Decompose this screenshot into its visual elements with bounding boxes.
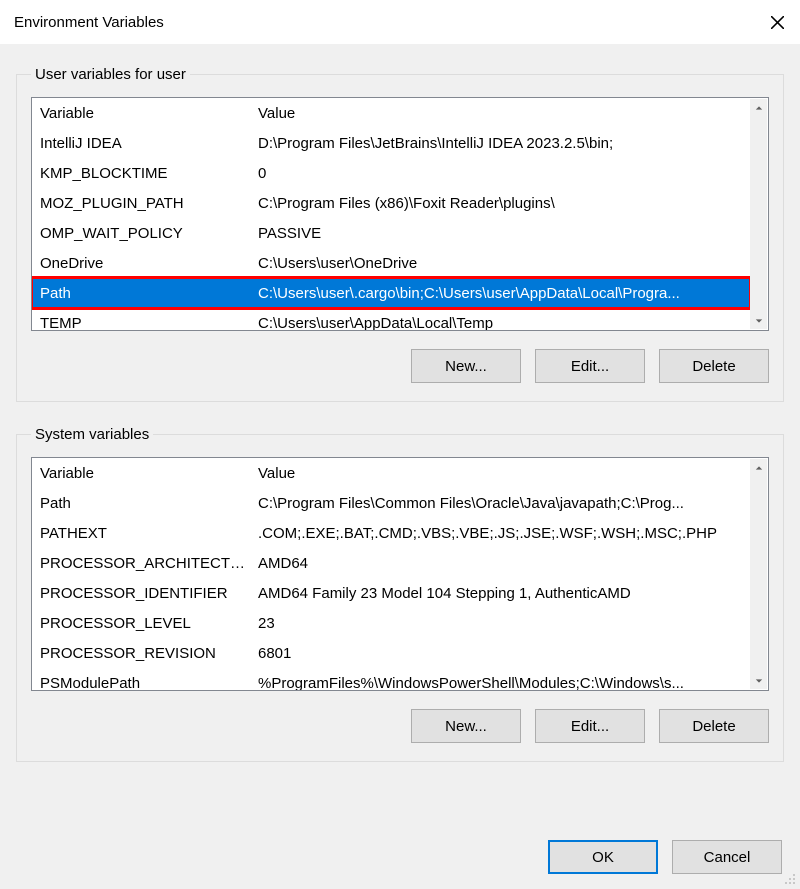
scroll-down-icon[interactable] — [750, 312, 767, 329]
cell-value: .COM;.EXE;.BAT;.CMD;.VBS;.VBE;.JS;.JSE;.… — [252, 525, 750, 542]
system-scrollbar[interactable] — [750, 459, 767, 689]
header-value[interactable]: Value — [252, 105, 750, 122]
system-list-header[interactable]: Variable Value — [32, 458, 750, 488]
cell-variable: Path — [32, 285, 252, 302]
table-row[interactable]: PathC:\Program Files\Common Files\Oracle… — [32, 488, 750, 518]
table-row[interactable]: PSModulePath%ProgramFiles%\WindowsPowerS… — [32, 668, 750, 690]
cell-value: %ProgramFiles%\WindowsPowerShell\Modules… — [252, 675, 750, 691]
cell-variable: TEMP — [32, 315, 252, 331]
cell-value: AMD64 Family 23 Model 104 Stepping 1, Au… — [252, 585, 750, 602]
cell-value: D:\Program Files\JetBrains\IntelliJ IDEA… — [252, 135, 750, 152]
user-variables-list[interactable]: Variable Value IntelliJ IDEAD:\Program F… — [31, 97, 769, 331]
user-scrollbar[interactable] — [750, 99, 767, 329]
cell-value: C:\Program Files\Common Files\Oracle\Jav… — [252, 495, 750, 512]
close-icon — [771, 16, 784, 29]
dialog-bottom-bar: OK Cancel — [0, 825, 800, 889]
scroll-up-icon[interactable] — [750, 99, 767, 116]
table-row[interactable]: OMP_WAIT_POLICYPASSIVE — [32, 218, 750, 248]
table-row[interactable]: PROCESSOR_LEVEL23 — [32, 608, 750, 638]
cell-variable: MOZ_PLUGIN_PATH — [32, 195, 252, 212]
cell-variable: KMP_BLOCKTIME — [32, 165, 252, 182]
table-row[interactable]: OneDriveC:\Users\user\OneDrive — [32, 248, 750, 278]
header-variable[interactable]: Variable — [32, 105, 252, 122]
cell-value: C:\Users\user\AppData\Local\Temp — [252, 315, 750, 331]
ok-button[interactable]: OK — [548, 840, 658, 874]
system-list-inner: Variable Value PathC:\Program Files\Comm… — [32, 458, 750, 690]
cell-value: PASSIVE — [252, 225, 750, 242]
table-row[interactable]: TEMPC:\Users\user\AppData\Local\Temp — [32, 308, 750, 330]
system-buttons-row: New... Edit... Delete — [31, 709, 769, 743]
dialog-content: User variables for user Variable Value I… — [0, 44, 800, 889]
table-row[interactable]: IntelliJ IDEAD:\Program Files\JetBrains\… — [32, 128, 750, 158]
cell-value: C:\Users\user\.cargo\bin;C:\Users\user\A… — [252, 285, 750, 302]
resize-grip-icon[interactable] — [782, 871, 796, 885]
cell-value: 0 — [252, 165, 750, 182]
system-delete-button[interactable]: Delete — [659, 709, 769, 743]
user-buttons-row: New... Edit... Delete — [31, 349, 769, 383]
user-new-button[interactable]: New... — [411, 349, 521, 383]
cell-variable: PSModulePath — [32, 675, 252, 691]
cell-variable: OMP_WAIT_POLICY — [32, 225, 252, 242]
cell-variable: Path — [32, 495, 252, 512]
system-variables-legend: System variables — [31, 426, 153, 443]
close-button[interactable] — [754, 0, 800, 44]
cell-value: 23 — [252, 615, 750, 632]
table-row[interactable]: PROCESSOR_IDENTIFIERAMD64 Family 23 Mode… — [32, 578, 750, 608]
table-row[interactable]: KMP_BLOCKTIME0 — [32, 158, 750, 188]
user-list-inner: Variable Value IntelliJ IDEAD:\Program F… — [32, 98, 750, 330]
cell-variable: PROCESSOR_REVISION — [32, 645, 252, 662]
table-row[interactable]: PROCESSOR_ARCHITECTU...AMD64 — [32, 548, 750, 578]
table-row[interactable]: PathC:\Users\user\.cargo\bin;C:\Users\us… — [32, 278, 750, 308]
cell-variable: PROCESSOR_IDENTIFIER — [32, 585, 252, 602]
user-edit-button[interactable]: Edit... — [535, 349, 645, 383]
system-variables-group: System variables Variable Value PathC:\P… — [16, 426, 784, 762]
system-edit-button[interactable]: Edit... — [535, 709, 645, 743]
table-row[interactable]: PROCESSOR_REVISION6801 — [32, 638, 750, 668]
table-row[interactable]: MOZ_PLUGIN_PATHC:\Program Files (x86)\Fo… — [32, 188, 750, 218]
cell-variable: OneDrive — [32, 255, 252, 272]
user-list-header[interactable]: Variable Value — [32, 98, 750, 128]
header-value[interactable]: Value — [252, 465, 750, 482]
user-variables-group: User variables for user Variable Value I… — [16, 66, 784, 402]
table-row[interactable]: PATHEXT.COM;.EXE;.BAT;.CMD;.VBS;.VBE;.JS… — [32, 518, 750, 548]
cell-value: 6801 — [252, 645, 750, 662]
window-title: Environment Variables — [14, 14, 164, 31]
cell-variable: IntelliJ IDEA — [32, 135, 252, 152]
cell-variable: PROCESSOR_ARCHITECTU... — [32, 555, 252, 572]
header-variable[interactable]: Variable — [32, 465, 252, 482]
titlebar: Environment Variables — [0, 0, 800, 44]
scroll-down-icon[interactable] — [750, 672, 767, 689]
cell-value: C:\Users\user\OneDrive — [252, 255, 750, 272]
cancel-button[interactable]: Cancel — [672, 840, 782, 874]
system-new-button[interactable]: New... — [411, 709, 521, 743]
cell-variable: PROCESSOR_LEVEL — [32, 615, 252, 632]
user-variables-legend: User variables for user — [31, 66, 190, 83]
cell-value: C:\Program Files (x86)\Foxit Reader\plug… — [252, 195, 750, 212]
system-variables-list[interactable]: Variable Value PathC:\Program Files\Comm… — [31, 457, 769, 691]
cell-variable: PATHEXT — [32, 525, 252, 542]
cell-value: AMD64 — [252, 555, 750, 572]
scroll-up-icon[interactable] — [750, 459, 767, 476]
user-delete-button[interactable]: Delete — [659, 349, 769, 383]
